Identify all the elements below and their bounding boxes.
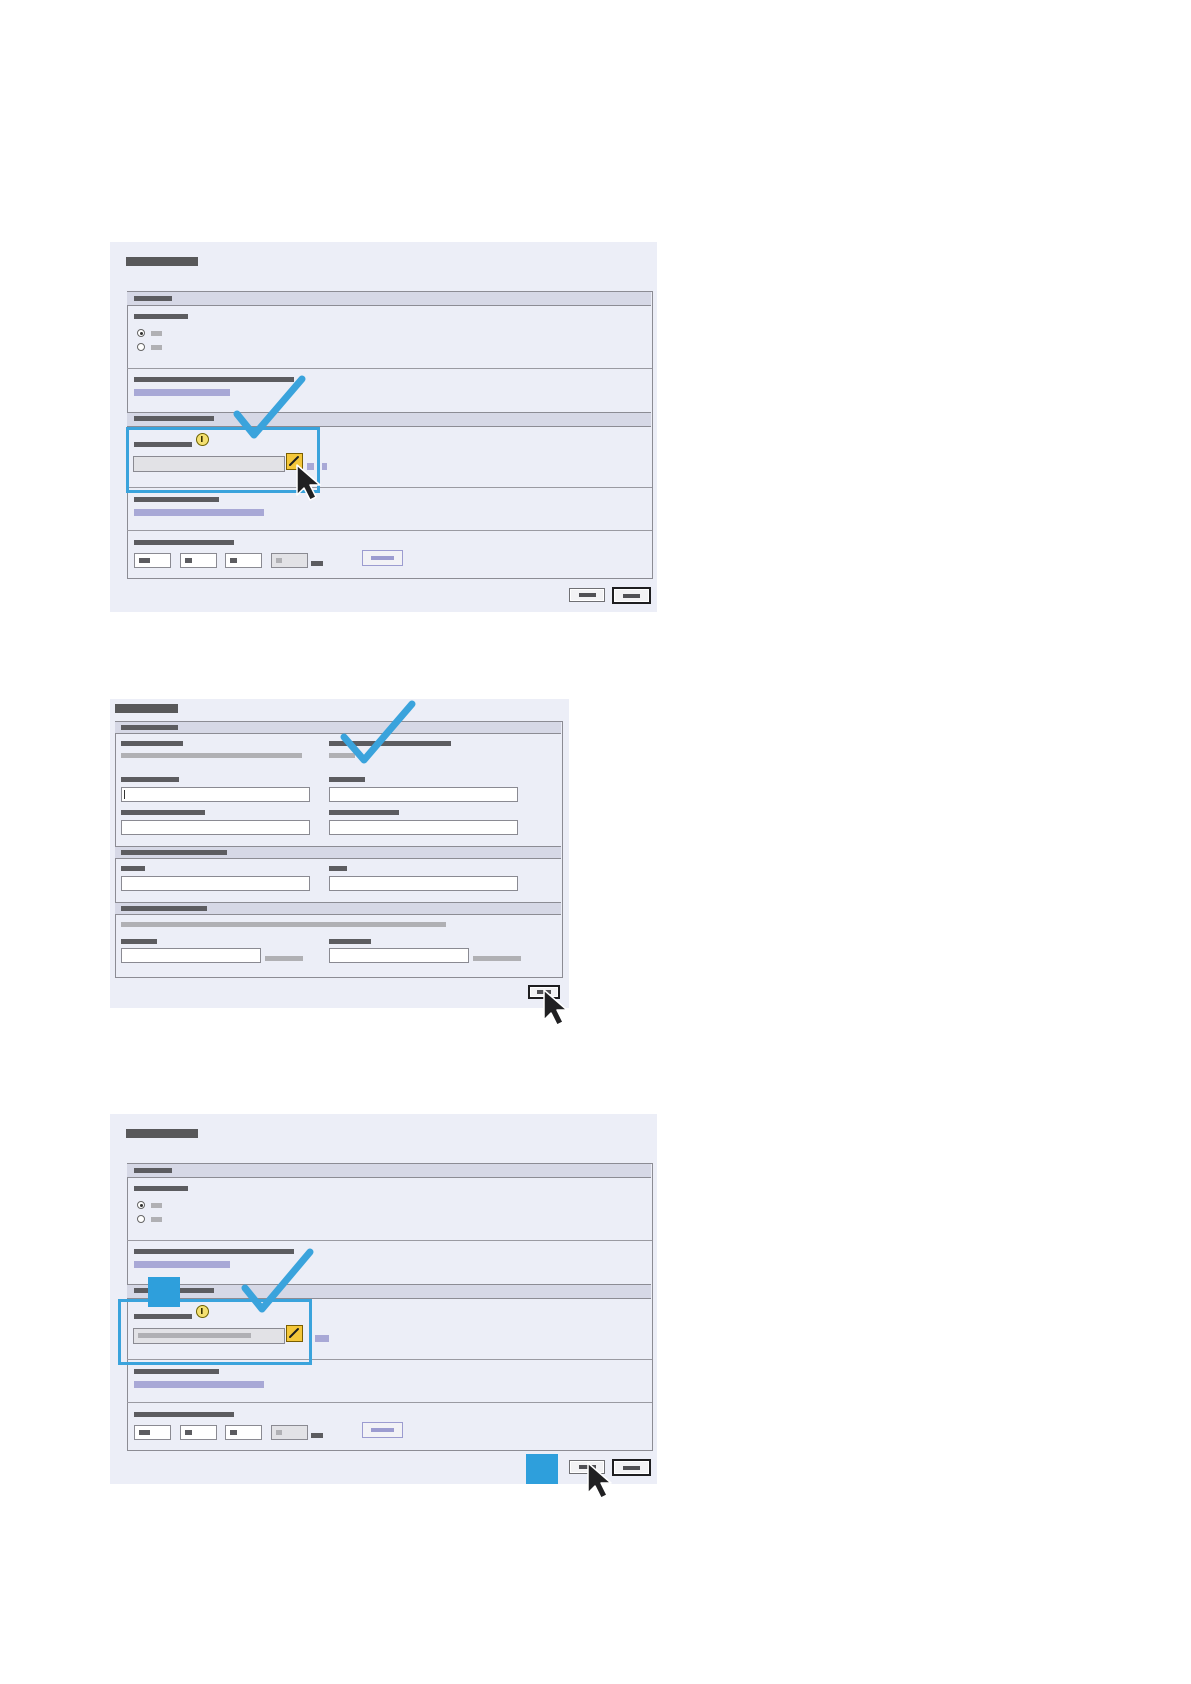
checkmark-icon — [233, 375, 306, 439]
checkmark-icon — [340, 700, 416, 764]
annotation-overlay — [201, 375, 612, 1499]
info-icon — [201, 436, 203, 1314]
mouse-pointer-icon — [543, 989, 568, 1026]
mouse-pointer-icon — [296, 464, 321, 501]
mouse-pointer-icon — [587, 1462, 612, 1499]
checkmark-icon — [241, 1248, 314, 1313]
pencil-edit-icon — [289, 456, 299, 1338]
